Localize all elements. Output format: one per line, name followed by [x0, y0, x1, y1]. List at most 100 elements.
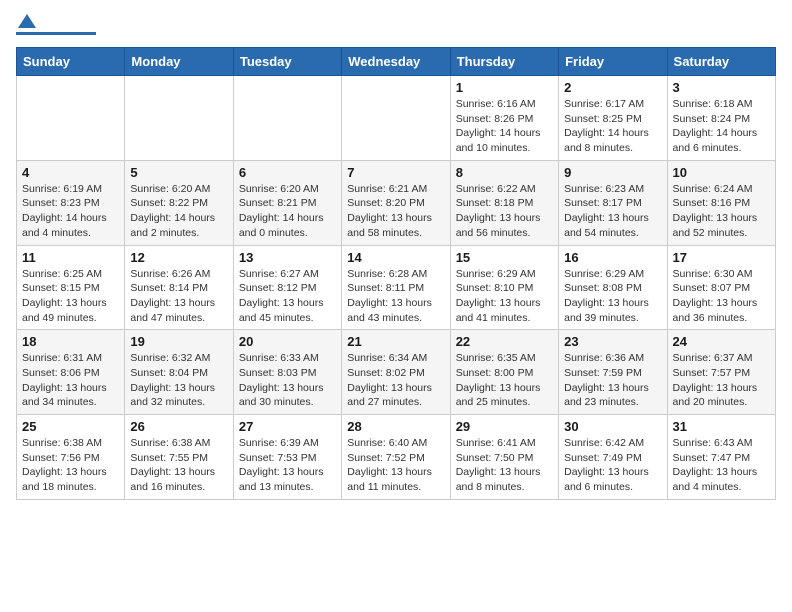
day-cell: [17, 76, 125, 161]
day-info: Sunrise: 6:18 AM Sunset: 8:24 PM Dayligh…: [673, 97, 770, 156]
day-number: 24: [673, 334, 770, 349]
day-number: 5: [130, 165, 227, 180]
day-cell: 28 Sunrise: 6:40 AM Sunset: 7:52 PM Dayli…: [342, 415, 450, 500]
day-cell: 7 Sunrise: 6:21 AM Sunset: 8:20 PM Daylig…: [342, 160, 450, 245]
week-row-3: 11 Sunrise: 6:25 AM Sunset: 8:15 PM Dayli…: [17, 245, 776, 330]
day-number: 29: [456, 419, 553, 434]
day-number: 22: [456, 334, 553, 349]
day-info: Sunrise: 6:20 AM Sunset: 8:21 PM Dayligh…: [239, 182, 336, 241]
day-info: Sunrise: 6:33 AM Sunset: 8:03 PM Dayligh…: [239, 351, 336, 410]
day-cell: 9 Sunrise: 6:23 AM Sunset: 8:17 PM Daylig…: [559, 160, 667, 245]
day-number: 6: [239, 165, 336, 180]
day-cell: 24 Sunrise: 6:37 AM Sunset: 7:57 PM Dayli…: [667, 330, 775, 415]
day-info: Sunrise: 6:36 AM Sunset: 7:59 PM Dayligh…: [564, 351, 661, 410]
day-number: 17: [673, 250, 770, 265]
day-cell: 18 Sunrise: 6:31 AM Sunset: 8:06 PM Dayli…: [17, 330, 125, 415]
day-info: Sunrise: 6:41 AM Sunset: 7:50 PM Dayligh…: [456, 436, 553, 495]
day-number: 15: [456, 250, 553, 265]
day-info: Sunrise: 6:30 AM Sunset: 8:07 PM Dayligh…: [673, 267, 770, 326]
day-number: 30: [564, 419, 661, 434]
calendar-header: SundayMondayTuesdayWednesdayThursdayFrid…: [17, 48, 776, 76]
day-cell: 20 Sunrise: 6:33 AM Sunset: 8:03 PM Dayli…: [233, 330, 341, 415]
header-cell-tuesday: Tuesday: [233, 48, 341, 76]
day-cell: 3 Sunrise: 6:18 AM Sunset: 8:24 PM Daylig…: [667, 76, 775, 161]
day-info: Sunrise: 6:40 AM Sunset: 7:52 PM Dayligh…: [347, 436, 444, 495]
day-number: 26: [130, 419, 227, 434]
day-cell: 31 Sunrise: 6:43 AM Sunset: 7:47 PM Dayli…: [667, 415, 775, 500]
day-cell: 12 Sunrise: 6:26 AM Sunset: 8:14 PM Dayli…: [125, 245, 233, 330]
header-cell-thursday: Thursday: [450, 48, 558, 76]
day-info: Sunrise: 6:17 AM Sunset: 8:25 PM Dayligh…: [564, 97, 661, 156]
day-number: 9: [564, 165, 661, 180]
day-number: 16: [564, 250, 661, 265]
day-info: Sunrise: 6:43 AM Sunset: 7:47 PM Dayligh…: [673, 436, 770, 495]
day-number: 12: [130, 250, 227, 265]
header-cell-monday: Monday: [125, 48, 233, 76]
header-cell-friday: Friday: [559, 48, 667, 76]
day-cell: 17 Sunrise: 6:30 AM Sunset: 8:07 PM Dayli…: [667, 245, 775, 330]
day-number: 19: [130, 334, 227, 349]
day-info: Sunrise: 6:19 AM Sunset: 8:23 PM Dayligh…: [22, 182, 119, 241]
calendar-table: SundayMondayTuesdayWednesdayThursdayFrid…: [16, 47, 776, 500]
day-info: Sunrise: 6:34 AM Sunset: 8:02 PM Dayligh…: [347, 351, 444, 410]
day-number: 14: [347, 250, 444, 265]
day-cell: [342, 76, 450, 161]
day-info: Sunrise: 6:22 AM Sunset: 8:18 PM Dayligh…: [456, 182, 553, 241]
day-number: 11: [22, 250, 119, 265]
day-number: 27: [239, 419, 336, 434]
day-cell: 13Sunrise: 6:27 AM Sunset: 8:12 PM Dayli…: [233, 245, 341, 330]
day-cell: 6 Sunrise: 6:20 AM Sunset: 8:21 PM Daylig…: [233, 160, 341, 245]
day-info: Sunrise: 6:38 AM Sunset: 7:55 PM Dayligh…: [130, 436, 227, 495]
day-info: Sunrise: 6:29 AM Sunset: 8:10 PM Dayligh…: [456, 267, 553, 326]
day-info: Sunrise: 6:31 AM Sunset: 8:06 PM Dayligh…: [22, 351, 119, 410]
week-row-1: 1 Sunrise: 6:16 AM Sunset: 8:26 PM Daylig…: [17, 76, 776, 161]
day-number: 31: [673, 419, 770, 434]
day-info: Sunrise: 6:20 AM Sunset: 8:22 PM Dayligh…: [130, 182, 227, 241]
day-info: Sunrise: 6:23 AM Sunset: 8:17 PM Dayligh…: [564, 182, 661, 241]
day-info: Sunrise: 6:27 AM Sunset: 8:12 PM Dayligh…: [239, 267, 336, 326]
day-cell: 22 Sunrise: 6:35 AM Sunset: 8:00 PM Dayli…: [450, 330, 558, 415]
day-cell: 15 Sunrise: 6:29 AM Sunset: 8:10 PM Dayli…: [450, 245, 558, 330]
day-info: Sunrise: 6:26 AM Sunset: 8:14 PM Dayligh…: [130, 267, 227, 326]
day-number: 1: [456, 80, 553, 95]
day-cell: 10Sunrise: 6:24 AM Sunset: 8:16 PM Dayli…: [667, 160, 775, 245]
day-cell: 1 Sunrise: 6:16 AM Sunset: 8:26 PM Daylig…: [450, 76, 558, 161]
day-cell: 25Sunrise: 6:38 AM Sunset: 7:56 PM Dayli…: [17, 415, 125, 500]
day-cell: 26 Sunrise: 6:38 AM Sunset: 7:55 PM Dayli…: [125, 415, 233, 500]
day-info: Sunrise: 6:37 AM Sunset: 7:57 PM Dayligh…: [673, 351, 770, 410]
day-number: 23: [564, 334, 661, 349]
logo-icon: [18, 12, 36, 30]
day-number: 3: [673, 80, 770, 95]
week-row-2: 4 Sunrise: 6:19 AM Sunset: 8:23 PM Daylig…: [17, 160, 776, 245]
calendar-body: 1 Sunrise: 6:16 AM Sunset: 8:26 PM Daylig…: [17, 76, 776, 500]
day-cell: [233, 76, 341, 161]
day-number: 21: [347, 334, 444, 349]
logo: [16, 16, 96, 35]
week-row-5: 25Sunrise: 6:38 AM Sunset: 7:56 PM Dayli…: [17, 415, 776, 500]
day-info: Sunrise: 6:16 AM Sunset: 8:26 PM Dayligh…: [456, 97, 553, 156]
day-cell: 29 Sunrise: 6:41 AM Sunset: 7:50 PM Dayli…: [450, 415, 558, 500]
week-row-4: 18 Sunrise: 6:31 AM Sunset: 8:06 PM Dayli…: [17, 330, 776, 415]
day-cell: 19 Sunrise: 6:32 AM Sunset: 8:04 PM Dayli…: [125, 330, 233, 415]
day-info: Sunrise: 6:28 AM Sunset: 8:11 PM Dayligh…: [347, 267, 444, 326]
day-info: Sunrise: 6:39 AM Sunset: 7:53 PM Dayligh…: [239, 436, 336, 495]
day-number: 4: [22, 165, 119, 180]
header-cell-sunday: Sunday: [17, 48, 125, 76]
day-number: 20: [239, 334, 336, 349]
day-cell: 21 Sunrise: 6:34 AM Sunset: 8:02 PM Dayli…: [342, 330, 450, 415]
day-number: 8: [456, 165, 553, 180]
day-info: Sunrise: 6:32 AM Sunset: 8:04 PM Dayligh…: [130, 351, 227, 410]
day-number: 18: [22, 334, 119, 349]
day-number: 28: [347, 419, 444, 434]
day-info: Sunrise: 6:35 AM Sunset: 8:00 PM Dayligh…: [456, 351, 553, 410]
day-info: Sunrise: 6:42 AM Sunset: 7:49 PM Dayligh…: [564, 436, 661, 495]
day-cell: 14 Sunrise: 6:28 AM Sunset: 8:11 PM Dayli…: [342, 245, 450, 330]
day-number: 7: [347, 165, 444, 180]
day-cell: 30 Sunrise: 6:42 AM Sunset: 7:49 PM Dayli…: [559, 415, 667, 500]
day-info: Sunrise: 6:25 AM Sunset: 8:15 PM Dayligh…: [22, 267, 119, 326]
day-cell: 5 Sunrise: 6:20 AM Sunset: 8:22 PM Daylig…: [125, 160, 233, 245]
day-number: 10: [673, 165, 770, 180]
day-info: Sunrise: 6:21 AM Sunset: 8:20 PM Dayligh…: [347, 182, 444, 241]
day-cell: 2 Sunrise: 6:17 AM Sunset: 8:25 PM Daylig…: [559, 76, 667, 161]
day-number: 2: [564, 80, 661, 95]
